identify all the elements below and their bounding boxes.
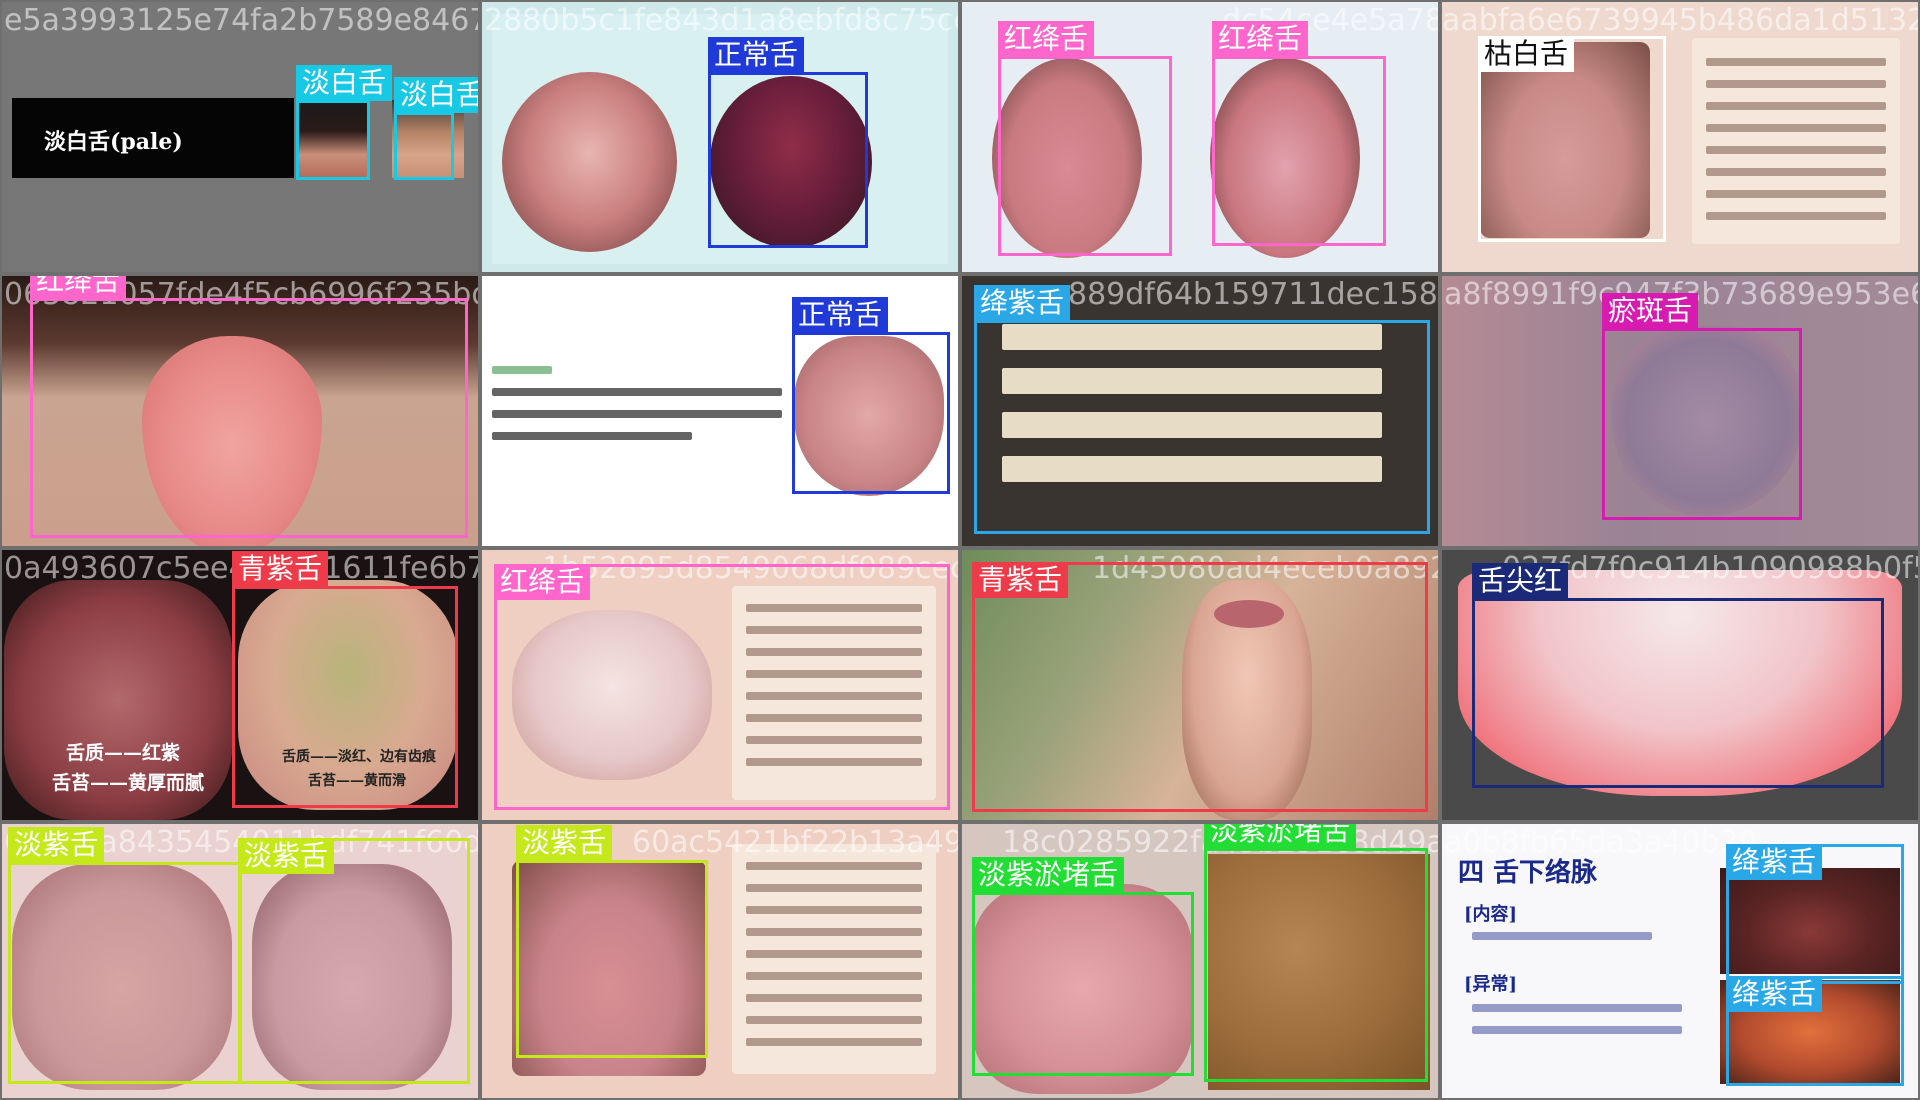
detection-box: 红绛舌: [1212, 21, 1386, 246]
caption-text: 舌苔——黄厚而腻: [52, 772, 205, 794]
slide-text: [1472, 932, 1652, 954]
detection-label: 瘀斑舌: [1602, 293, 1699, 329]
detection-label: 淡紫舌: [8, 827, 105, 863]
detection-box: 淡白舌: [296, 65, 393, 180]
caption-text: 淡白舌(pale): [44, 129, 183, 155]
tile-5: 063821057fde4f5cb6996f235bd8691e.jpg 红绛舌: [2, 276, 478, 546]
detection-box: 红绛舌: [30, 276, 468, 538]
detection-label: 枯白舌: [1478, 36, 1575, 72]
tile-6: 8e6b6fde35435cab09807128c35 正常舌: [482, 276, 958, 546]
tile-7: 889df64b159711dec15862754d 绛紫舌: [962, 276, 1438, 546]
tile-8: a8f8991f9c947f3b73689e953e63 瘀斑舌: [1442, 276, 1918, 546]
detection-label: 淡紫淤堵舌: [972, 857, 1125, 893]
tile-3: dc54ce4e5a784f427e 红绛舌 红绛舌: [962, 2, 1438, 272]
tile-4: aabfa6e6739945b486da1d5132fb 枯白舌: [1442, 2, 1918, 272]
annotated-tongue-mosaic: 淡白舌(pale) e5a3993125e74fa2b7589e8467993 …: [0, 0, 1920, 1100]
slide-item: [异常]: [1464, 974, 1518, 995]
tile-11: 1d45080ad4eceb0a8922c6620c45 青紫舌: [962, 550, 1438, 820]
text-panel: [732, 844, 936, 1074]
slide-text: [1472, 1004, 1682, 1048]
detection-box: 淡紫舌: [8, 827, 242, 1084]
detection-label: 绛紫舌: [974, 285, 1071, 321]
detection-box: 青紫舌: [972, 562, 1428, 812]
detection-label: 正常舌: [792, 297, 889, 333]
detection-label: 淡白舌: [394, 77, 478, 113]
detection-label: 红绛舌: [30, 276, 127, 299]
detection-label: 淡紫舌: [238, 838, 335, 874]
tile-14: 60ac5421bf22b13a49f 淡紫舌: [482, 824, 958, 1098]
detection-box: 瘀斑舌: [1602, 293, 1802, 520]
detection-label: 淡紫淤堵舌: [1204, 824, 1357, 849]
tile-16: 四 舌下络脉 [内容] [异常] a0b8fb65da3a40b29 绛紫舌 绛…: [1442, 824, 1918, 1098]
detection-label: 红绛舌: [1212, 21, 1309, 57]
detection-box: 绛紫舌: [974, 285, 1430, 534]
detection-box: 淡紫舌: [516, 825, 708, 1058]
tile-15: 18c0285922fa49b291c8d49afc9b1 淡紫淤堵舌 淡紫淤堵…: [962, 824, 1438, 1098]
tile-12: 027fd7f0c914b1090988b0f5b60c 舌尖红: [1442, 550, 1918, 820]
detection-box: 红绛舌: [998, 21, 1172, 256]
detection-label: 青紫舌: [972, 562, 1069, 598]
caption-text: 舌质——红紫: [66, 742, 181, 764]
detection-box: 淡紫舌: [238, 838, 470, 1084]
mouth-photo: [502, 72, 677, 252]
tile-1: 淡白舌(pale) e5a3993125e74fa2b7589e8467993 …: [2, 2, 478, 272]
detection-label: 正常舌: [708, 37, 805, 73]
slide-text: [492, 366, 782, 454]
detection-box: 舌尖红: [1472, 563, 1884, 788]
tile-10: 1b52895d8549068df089cec0b7a6 红绛舌: [482, 550, 958, 820]
detection-box: 绛紫舌: [1726, 844, 1904, 984]
detection-label: 淡紫舌: [516, 825, 613, 861]
detection-label: 红绛舌: [998, 21, 1095, 57]
detection-label: 青紫舌: [232, 551, 329, 587]
detection-box: 正常舌: [792, 297, 950, 494]
detection-label: 绛紫舌: [1726, 976, 1823, 1012]
tile-2: 2880b5c1fe843d1a8ebfd8c75cca5 正常舌: [482, 2, 958, 272]
detection-box: 青紫舌: [232, 551, 458, 808]
tile-13: 61b11a8435454011bdf741f60d6bf83b.jpg 淡紫舌…: [2, 824, 478, 1098]
detection-box: 淡紫淤堵舌: [972, 857, 1194, 1076]
detection-label: 舌尖红: [1472, 563, 1569, 599]
detection-box: 淡白舌: [394, 77, 478, 180]
text-panel: [1692, 38, 1900, 244]
detection-box: 枯白舌: [1478, 36, 1666, 242]
detection-box: 淡紫淤堵舌: [1204, 824, 1428, 1082]
detection-label: 绛紫舌: [1726, 844, 1823, 880]
detection-box: 正常舌: [708, 37, 868, 248]
detection-label: 淡白舌: [296, 65, 393, 101]
tile-9: 舌质——红紫 舌苔——黄厚而腻 舌质——淡红、边有齿痕 舌苔——黄而滑 0a49…: [2, 550, 478, 820]
detection-box: 红绛舌: [494, 564, 950, 810]
slide-item: [内容]: [1464, 904, 1518, 925]
detection-box: 绛紫舌: [1726, 976, 1904, 1086]
slide-title: 四 舌下络脉: [1458, 858, 1598, 888]
detection-label: 红绛舌: [494, 564, 591, 600]
